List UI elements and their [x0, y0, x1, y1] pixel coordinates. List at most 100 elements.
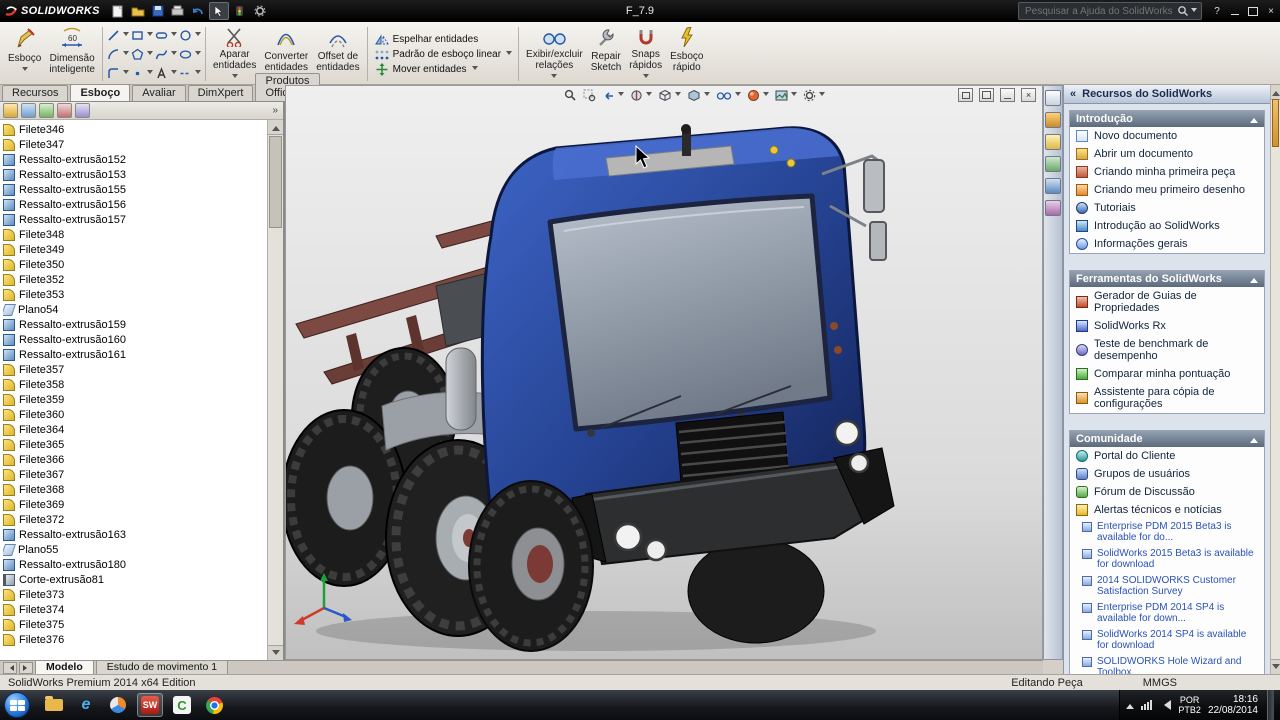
featuremanager-tree-icon[interactable]: [3, 103, 18, 118]
tab-dimxpert[interactable]: DimXpert: [188, 85, 254, 101]
tree-item[interactable]: Filete360: [3, 407, 266, 422]
tree-item[interactable]: Filete366: [3, 452, 266, 467]
pane-collapse-icon[interactable]: «: [1070, 88, 1076, 100]
centerline-tool-icon[interactable]: [178, 64, 202, 83]
display-style-icon[interactable]: [685, 89, 712, 102]
clock[interactable]: 18:1622/08/2014: [1208, 694, 1260, 716]
tree-item[interactable]: Corte-extrusão81: [3, 572, 266, 587]
news-link[interactable]: 2014 SOLIDWORKS Customer Satisfaction Su…: [1070, 573, 1264, 600]
mirror-entities-button[interactable]: Espelhar entidades: [371, 32, 515, 47]
task-pane-item[interactable]: Abrir um documento: [1070, 145, 1264, 163]
news-link[interactable]: SolidWorks 2015 Beta3 is available for d…: [1070, 546, 1264, 573]
news-link[interactable]: SolidWorks 2014 SP4 is available for dow…: [1070, 627, 1264, 654]
tree-item[interactable]: Filete369: [3, 497, 266, 512]
tree-item[interactable]: Filete376: [3, 632, 266, 647]
search-icon[interactable]: [1177, 5, 1189, 17]
repair-sketch-button[interactable]: Repair Sketch: [587, 24, 626, 84]
tab-scroll-right-icon[interactable]: [19, 662, 33, 674]
explorer-taskbar-icon[interactable]: [41, 693, 67, 717]
task-pane-item[interactable]: Informações gerais: [1070, 235, 1264, 253]
zoom-fit-icon[interactable]: [562, 89, 579, 102]
tree-item[interactable]: Ressalto-extrusão155: [3, 182, 266, 197]
print-icon[interactable]: [169, 3, 187, 19]
news-link[interactable]: Enterprise PDM 2015 Beta3 is available f…: [1070, 519, 1264, 546]
ellipse-tool-icon[interactable]: [178, 45, 202, 64]
view-palette-icon[interactable]: [1045, 156, 1061, 172]
panel-overflow-chevrons[interactable]: »: [272, 105, 280, 116]
tree-scrollbar[interactable]: [267, 120, 283, 660]
tree-scrollbar-thumb[interactable]: [269, 136, 282, 228]
point-tool-icon[interactable]: [130, 64, 154, 83]
pane-scrollbar[interactable]: [1270, 85, 1280, 674]
tab-estudo-movimento[interactable]: Estudo de movimento 1: [96, 661, 228, 675]
tree-item[interactable]: Filete359: [3, 392, 266, 407]
collapse-section-icon[interactable]: [1250, 114, 1258, 123]
pane-scrollbar-thumb[interactable]: [1272, 99, 1279, 147]
arc-tool-icon[interactable]: [106, 45, 130, 64]
task-pane-item[interactable]: Teste de benchmark de desempenho: [1070, 335, 1264, 365]
tree-item[interactable]: Filete368: [3, 482, 266, 497]
tree-item[interactable]: Ressalto-extrusão163: [3, 527, 266, 542]
task-pane-item[interactable]: Assistente para cópia de configurações: [1070, 383, 1264, 413]
doc-maximize-icon[interactable]: [979, 88, 994, 102]
task-pane-item[interactable]: Gerador de Guias de Propriedades: [1070, 287, 1264, 317]
tree-item[interactable]: Ressalto-extrusão157: [3, 212, 266, 227]
collapse-section-icon[interactable]: [1250, 274, 1258, 283]
section-view-icon[interactable]: [628, 89, 654, 102]
tree-item[interactable]: Filete374: [3, 602, 266, 617]
tab-modelo[interactable]: Modelo: [35, 661, 94, 675]
tab-esboco[interactable]: Esboço: [70, 84, 130, 101]
news-link[interactable]: Enterprise PDM 2014 SP4 is available for…: [1070, 600, 1264, 627]
volume-icon[interactable]: [1159, 700, 1171, 710]
move-entities-button[interactable]: Mover entidades: [371, 62, 515, 77]
open-document-icon[interactable]: [129, 3, 147, 19]
design-library-icon[interactable]: [1045, 112, 1061, 128]
quick-snaps-button[interactable]: Snaps rápidos: [625, 24, 666, 84]
new-document-icon[interactable]: [109, 3, 127, 19]
task-pane-item[interactable]: Comparar minha pontuação: [1070, 365, 1264, 383]
tree-item[interactable]: Plano55: [3, 542, 266, 557]
smart-dimension-button[interactable]: 60 Dimensão inteligente: [45, 24, 99, 84]
window-minimize-icon[interactable]: [1228, 5, 1242, 17]
show-desktop-button[interactable]: [1267, 690, 1274, 720]
task-pane-item[interactable]: Tutoriais: [1070, 199, 1264, 217]
tree-item[interactable]: Filete346: [3, 122, 266, 137]
doc-minimize-icon[interactable]: [1000, 88, 1015, 102]
rectangle-tool-icon[interactable]: [130, 26, 154, 45]
tab-recursos[interactable]: Recursos: [2, 85, 68, 101]
spline-tool-icon[interactable]: [154, 45, 178, 64]
camstudio-taskbar-icon[interactable]: C: [169, 693, 195, 717]
save-icon[interactable]: [149, 3, 167, 19]
tray-expand-icon[interactable]: [1126, 700, 1134, 709]
scroll-up-icon[interactable]: [268, 120, 283, 135]
section-header[interactable]: Ferramentas do SolidWorks: [1070, 271, 1264, 287]
tree-item[interactable]: Filete357: [3, 362, 266, 377]
tree-item[interactable]: Filete347: [3, 137, 266, 152]
tree-item[interactable]: Ressalto-extrusão153: [3, 167, 266, 182]
sketch-button[interactable]: Esboço: [4, 24, 45, 84]
task-pane-item[interactable]: Introdução ao SolidWorks: [1070, 217, 1264, 235]
select-tool-icon[interactable]: [209, 2, 229, 20]
linear-sketch-pattern-button[interactable]: Padrão de esboço linear: [371, 47, 515, 62]
offset-entities-button[interactable]: Offset de entidades: [312, 24, 363, 84]
display-relations-button[interactable]: Exibir/excluir relações: [522, 24, 587, 84]
search-dropdown-icon[interactable]: [1191, 8, 1197, 15]
task-pane-item[interactable]: Portal do Cliente: [1070, 447, 1264, 465]
appearances-scenes-icon[interactable]: [1045, 178, 1061, 194]
tree-item[interactable]: Filete349: [3, 242, 266, 257]
tree-item[interactable]: Filete372: [3, 512, 266, 527]
tab-avaliar[interactable]: Avaliar: [132, 85, 185, 101]
task-pane-item[interactable]: Novo documento: [1070, 127, 1264, 145]
tree-item[interactable]: Plano54: [3, 302, 266, 317]
search-input[interactable]: [1023, 5, 1177, 18]
task-pane-item[interactable]: Alertas técnicos e notícias: [1070, 501, 1264, 519]
truck-model[interactable]: [286, 86, 1042, 659]
undo-icon[interactable]: [189, 3, 207, 19]
help-icon[interactable]: ?: [1210, 5, 1224, 17]
tree-item[interactable]: Filete373: [3, 587, 266, 602]
previous-view-icon[interactable]: [600, 89, 626, 102]
chrome-taskbar-icon[interactable]: [201, 693, 227, 717]
task-pane-item[interactable]: Grupos de usuários: [1070, 465, 1264, 483]
section-header[interactable]: Introdução: [1070, 111, 1264, 127]
view-orientation-icon[interactable]: [656, 89, 683, 102]
